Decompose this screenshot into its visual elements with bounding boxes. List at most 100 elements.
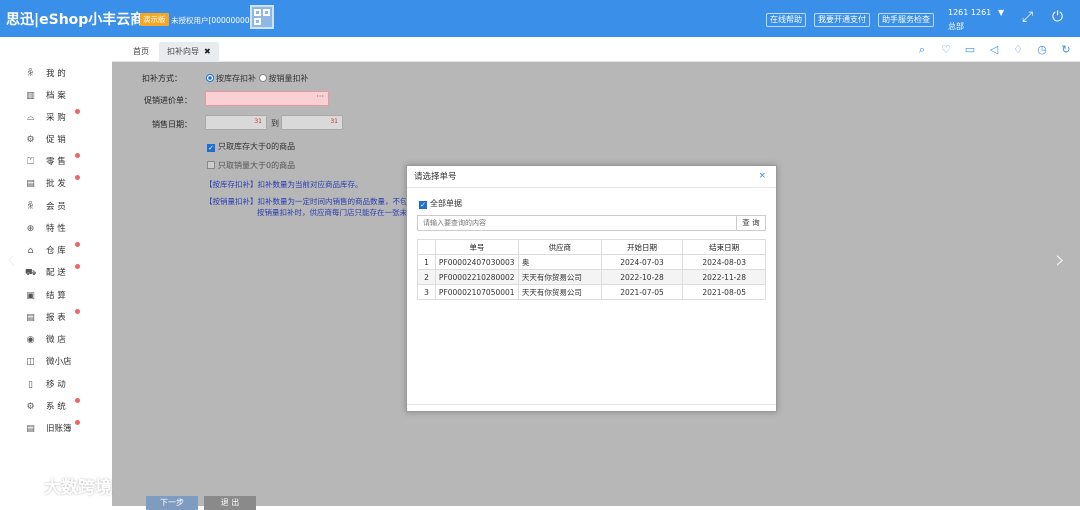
online-help-button[interactable]: 在线帮助 [766, 13, 806, 27]
sidebar-item-member[interactable]: ꆜ会 员 [25, 200, 66, 214]
tab-home[interactable]: 首页 [125, 42, 157, 62]
sidebar-item-warehouse[interactable]: ⌂ 仓 库 [25, 242, 80, 258]
shop-icon: ◉ [26, 335, 35, 345]
radio-stock[interactable] [206, 74, 214, 82]
next-arrow-icon[interactable]: › [1055, 245, 1065, 275]
sidebar-item-label: 微 店 [46, 335, 66, 345]
sidebar-item-label: 批 发 [46, 179, 66, 189]
all-orders-row[interactable]: ✓ 全部单据 [419, 198, 462, 209]
refresh-icon[interactable]: ↻ [1060, 44, 1072, 56]
notification-dot [75, 175, 80, 180]
sidebar-item-label: 促 销 [46, 135, 66, 145]
open-payment-button[interactable]: 我要开通支付 [814, 13, 870, 27]
search-icon[interactable]: ⌕ [916, 44, 928, 56]
tab-deduction-wizard[interactable]: 扣补向导 ✖ [159, 42, 219, 62]
date-from-input[interactable]: 31 [205, 115, 267, 130]
settings-icon: ⚙ [26, 402, 35, 412]
folder-icon[interactable]: ▭ [964, 44, 976, 56]
member-icon: ꆜ [26, 202, 35, 212]
sidebar-item-label: 结 算 [46, 291, 66, 301]
sidebar-item-system[interactable]: ⚙ 系 统 [25, 398, 80, 414]
check-sales-row[interactable]: 只取销量大于0的商品 [207, 160, 295, 171]
table-row[interactable]: 3 PF00002107050001 天天有你贸易公司 2021-07-05 2… [417, 284, 766, 300]
calendar-icon[interactable]: 31 [254, 118, 262, 125]
table-row[interactable]: 2 PF00002210280002 天天有你贸易公司 2022-10-28 2… [417, 269, 766, 285]
fullscreen-icon[interactable]: ⤢ [1022, 10, 1033, 24]
book-icon: ▥ [26, 91, 35, 101]
search-input[interactable] [417, 215, 737, 231]
heart-icon[interactable]: ♡ [940, 44, 952, 56]
tab-close-icon[interactable]: ✖ [204, 47, 211, 56]
sidebar-item-mobile[interactable]: ▯ 移 动 [25, 378, 66, 392]
bell-icon[interactable]: ♢ [1012, 44, 1024, 56]
sidebar-item-old-ledger[interactable]: ▤ 旧账簿 [25, 420, 80, 436]
sidebar-item-purchase[interactable]: ⌓ 采 购 [25, 109, 80, 125]
gear-icon: ⚙ [26, 135, 35, 145]
search-button[interactable]: 查 询 [736, 215, 766, 231]
sidebar-item-archive[interactable]: ▥ 档 案 [25, 89, 65, 103]
note-sales: 【按销量扣补】扣补数量为一定时间内销售的商品数量，不包 [205, 197, 408, 206]
close-icon[interactable]: × [758, 171, 766, 181]
radio-stock-label[interactable]: 按库存扣补 [216, 74, 256, 83]
sidebar-item-promotion[interactable]: ⚙ 促 销 [25, 133, 66, 147]
sidebar-item-label: 特 性 [46, 224, 66, 234]
sidebar: ꆜ我 的 ▥ 档 案 ⌓ 采 购 ⚙ 促 销 ⏍ 零 售 ▤ 批 发 ꆜ会 员 ⊕ 特 性 … [0, 37, 112, 506]
prev-arrow-icon[interactable]: ‹ [6, 245, 16, 275]
sidebar-item-label: 微小店 [46, 357, 72, 367]
qr-code-icon[interactable] [250, 5, 274, 29]
sidebar-item-feature[interactable]: ⊕ 特 性 [25, 222, 66, 236]
user-dropdown-icon[interactable]: ▼ [998, 8, 1004, 17]
row-supplier: 天天有你贸易公司 [517, 284, 602, 300]
table-row[interactable]: 1 PF00002407030003 奥 2024-07-03 2024-08-… [417, 254, 766, 270]
exit-button[interactable]: 退 出 [204, 496, 256, 510]
feature-icon: ⊕ [26, 224, 35, 234]
promo-order-input[interactable]: ··· [205, 91, 329, 106]
sidebar-item-delivery[interactable]: ⛟ 配 送 [25, 264, 80, 280]
toolbar-icons: ⌕ ♡ ▭ ◁ ♢ ◷ ↻ [904, 44, 1072, 58]
user-id[interactable]: 1261 1261 [948, 8, 991, 17]
sidebar-item-report[interactable]: ▤ 报 表 [25, 309, 80, 325]
check-sales-label: 只取销量大于0的商品 [218, 161, 296, 170]
sidebar-item-mine[interactable]: ꆜ我 的 [25, 67, 66, 81]
method-options: 按库存扣补 按销量扣补 [206, 73, 309, 84]
user-dept: 总部 [948, 22, 964, 31]
notification-dot [75, 420, 80, 425]
check-stock-row[interactable]: ✓ 只取库存大于0的商品 [207, 141, 295, 152]
notification-dot [75, 398, 80, 403]
browse-icon[interactable]: ··· [316, 92, 324, 101]
row-end-date: 2021-08-05 [682, 284, 766, 300]
all-orders-checkbox[interactable]: ✓ [419, 201, 427, 209]
col-start-date: 开始日期 [600, 239, 684, 255]
alarm-icon[interactable]: ◷ [1036, 44, 1048, 56]
calendar-icon[interactable]: 31 [330, 118, 338, 125]
sidebar-item-settlement[interactable]: ▣ 结 算 [25, 289, 66, 303]
note-stock: 【按库存扣补】扣补数量为当前对应商品库存。 [205, 180, 363, 189]
row-start-date: 2021-07-05 [600, 284, 684, 300]
all-orders-label: 全部单据 [430, 199, 462, 208]
notification-dot [75, 309, 80, 314]
check-stock-checkbox[interactable]: ✓ [207, 144, 215, 152]
sidebar-item-wechat-shop[interactable]: ◉ 微 店 [25, 333, 66, 347]
mobile-icon: ▯ [28, 380, 33, 390]
sidebar-item-wholesale[interactable]: ▤ 批 发 [25, 175, 80, 191]
radio-sales-label[interactable]: 按销量扣补 [269, 74, 309, 83]
sidebar-item-label: 移 动 [46, 380, 66, 390]
notification-dot [75, 109, 80, 114]
row-index: 1 [417, 254, 436, 270]
promo-label: 促销进价单： [144, 96, 192, 105]
radio-sales[interactable] [258, 74, 267, 82]
power-icon[interactable]: ⏻ [1052, 10, 1063, 24]
orders-table: 单号 供应商 开始日期 结束日期 1 PF00002407030003 奥 20… [417, 239, 766, 300]
assistant-check-button[interactable]: 助手服务检查 [878, 13, 934, 27]
sidebar-item-label: 仓 库 [46, 246, 66, 256]
next-step-button[interactable]: 下一步 [146, 496, 198, 510]
date-to-input[interactable]: 31 [281, 115, 343, 130]
method-label: 扣补方式： [142, 74, 182, 83]
sidebar-item-mini-shop[interactable]: ◫ 微小店 [25, 355, 72, 369]
check-sales-checkbox[interactable] [207, 161, 215, 169]
sidebar-item-label: 我 的 [46, 69, 66, 79]
sidebar-item-retail[interactable]: ⏍ 零 售 [25, 153, 80, 169]
demo-badge: 演示版 [140, 13, 169, 26]
speaker-icon[interactable]: ◁ [988, 44, 1000, 56]
col-supplier: 供应商 [517, 239, 602, 255]
